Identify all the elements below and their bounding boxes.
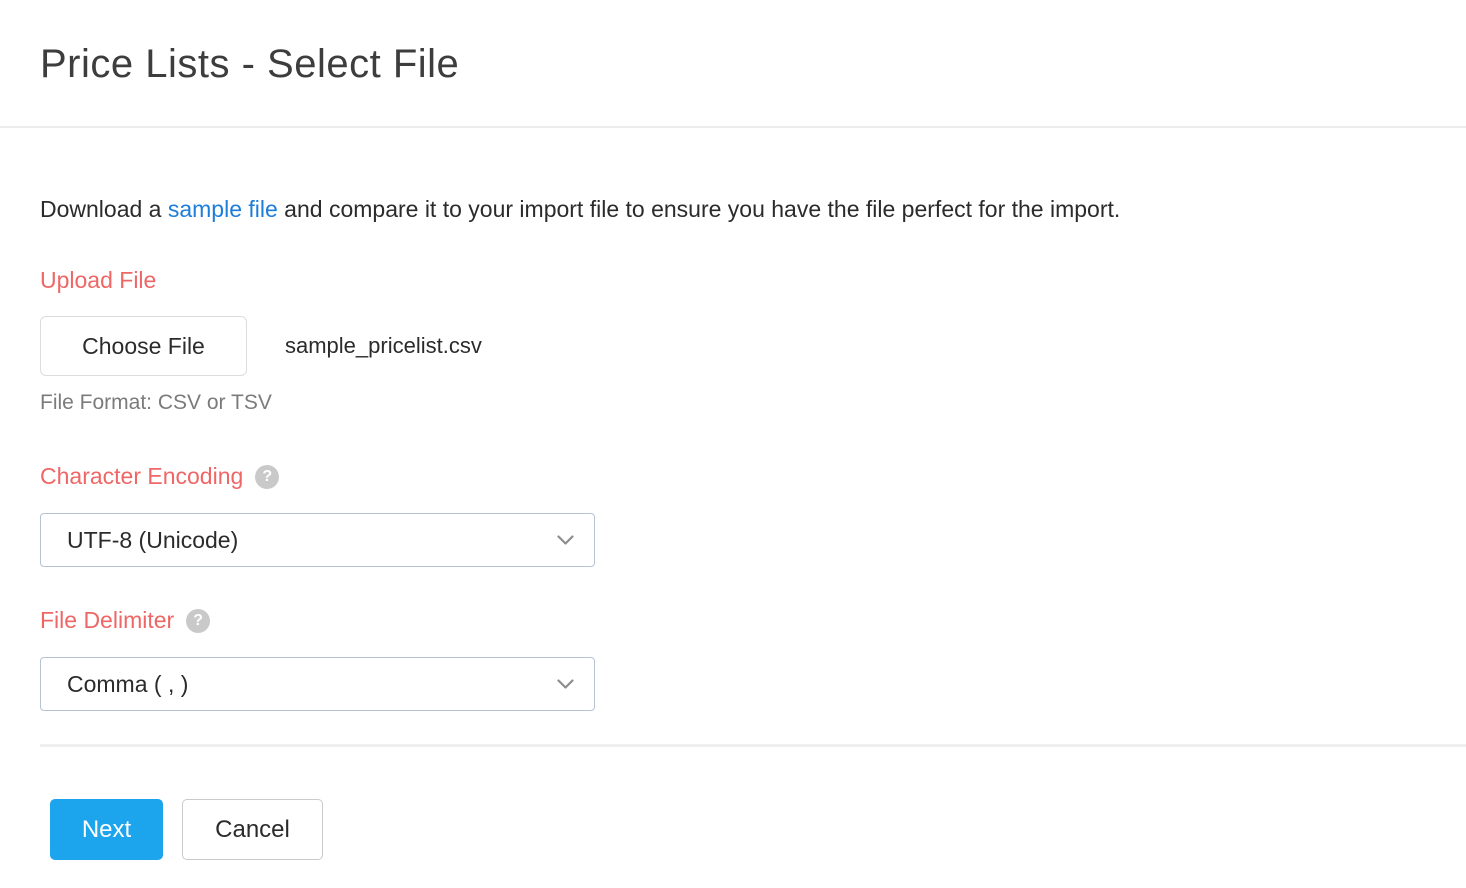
page-title: Price Lists - Select File xyxy=(0,0,1466,87)
next-button[interactable]: Next xyxy=(50,799,163,860)
character-encoding-select[interactable]: UTF-8 (Unicode) xyxy=(40,513,595,567)
chevron-down-icon xyxy=(557,679,574,690)
question-mark-icon[interactable]: ? xyxy=(255,465,279,489)
file-delimiter-select[interactable]: Comma ( , ) xyxy=(40,657,595,711)
selected-file-name: sample_pricelist.csv xyxy=(285,333,482,359)
intro-text-after: and compare it to your import file to en… xyxy=(278,196,1120,222)
upload-file-row: Choose File sample_pricelist.csv xyxy=(40,316,1426,376)
intro-text-before: Download a xyxy=(40,196,168,222)
upload-file-label: Upload File xyxy=(40,267,1426,294)
footer-actions: Next Cancel xyxy=(0,747,1466,860)
choose-file-button[interactable]: Choose File xyxy=(40,316,247,376)
character-encoding-label-text: Character Encoding xyxy=(40,463,243,490)
import-form: Download a sample file and compare it to… xyxy=(0,196,1466,711)
sample-file-link[interactable]: sample file xyxy=(168,196,278,222)
intro-text: Download a sample file and compare it to… xyxy=(40,196,1426,223)
upload-file-label-text: Upload File xyxy=(40,267,156,294)
file-delimiter-value: Comma ( , ) xyxy=(67,671,188,698)
question-mark-icon[interactable]: ? xyxy=(186,609,210,633)
file-format-hint: File Format: CSV or TSV xyxy=(40,391,1426,415)
page-header: Price Lists - Select File xyxy=(0,0,1466,128)
file-delimiter-label-text: File Delimiter xyxy=(40,607,174,634)
character-encoding-value: UTF-8 (Unicode) xyxy=(67,527,238,554)
cancel-button[interactable]: Cancel xyxy=(182,799,323,860)
character-encoding-label: Character Encoding ? xyxy=(40,463,1426,490)
file-delimiter-label: File Delimiter ? xyxy=(40,607,1426,634)
chevron-down-icon xyxy=(557,535,574,546)
